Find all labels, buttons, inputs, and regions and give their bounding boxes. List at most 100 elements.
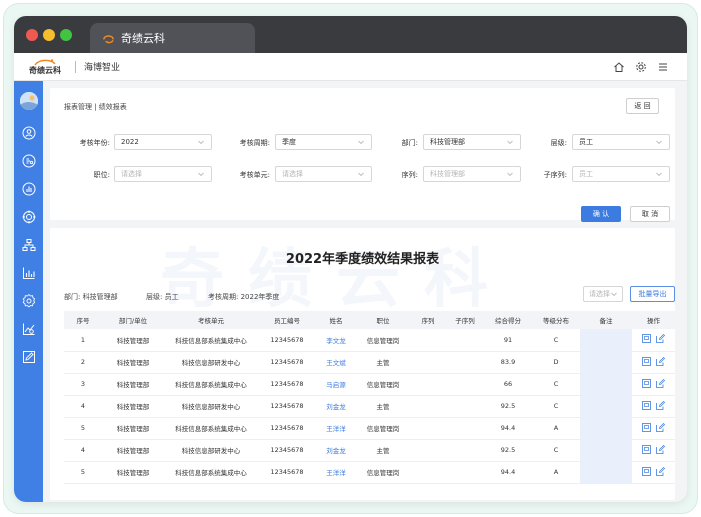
cell-subseq [446, 395, 484, 418]
cell-name[interactable]: 刘金龙 [316, 439, 356, 462]
seq-select[interactable]: 科技管理部 [423, 166, 521, 182]
view-icon[interactable] [642, 422, 651, 432]
cell-actions [632, 417, 675, 440]
view-icon[interactable] [642, 400, 651, 410]
badge-icon[interactable] [22, 294, 36, 308]
cell-name[interactable]: 王洋洋 [316, 417, 356, 440]
close-window-button[interactable] [26, 29, 38, 41]
position-placeholder: 请选择 [121, 170, 142, 178]
col-header: 子序列 [446, 311, 484, 329]
cell-score: 94.4 [484, 461, 532, 484]
cell-remark [580, 395, 632, 418]
cell-name[interactable]: 王洋洋 [316, 461, 356, 484]
settings-icon[interactable] [635, 61, 647, 73]
position-select[interactable]: 请选择 [114, 166, 212, 182]
chevron-down-icon [611, 292, 617, 297]
unit-select[interactable]: 请选择 [275, 166, 372, 182]
level-select[interactable]: 员工 [572, 134, 670, 150]
dept-label: 部门: [401, 139, 418, 147]
brand-logo[interactable]: 奇绩云科 [23, 58, 67, 75]
cell-seq [410, 395, 446, 418]
edit-icon[interactable] [656, 378, 665, 388]
edit-icon[interactable] [656, 466, 665, 476]
cell-grade: C [532, 395, 580, 418]
cell-position: 主管 [356, 351, 410, 374]
edit-icon[interactable] [656, 334, 665, 344]
cell-remark [580, 329, 632, 352]
cell-name[interactable]: 王文斌 [316, 351, 356, 374]
minimize-window-button[interactable] [43, 29, 55, 41]
dept-select[interactable]: 科技管理部 [423, 134, 521, 150]
cell-emp-id: 12345678 [258, 373, 316, 396]
col-header: 序列 [410, 311, 446, 329]
chart-circle-icon[interactable] [22, 182, 36, 196]
cancel-button[interactable]: 取 消 [630, 206, 670, 222]
view-icon[interactable] [642, 378, 651, 388]
subseq-select[interactable]: 员工 [572, 166, 670, 182]
menu-icon[interactable] [657, 61, 669, 73]
home-icon[interactable] [613, 61, 625, 73]
cell-dept: 科技管理部 [102, 461, 164, 484]
cycle-label: 考核周期: [239, 139, 270, 147]
cell-dept: 科技管理部 [102, 351, 164, 374]
cell-actions [632, 439, 675, 462]
confirm-button[interactable]: 确 认 [581, 206, 621, 222]
table-row: 5 科技管理部 科技信息部系统集成中心 12345678 王洋洋 信息管理岗 94.4 A [64, 417, 675, 440]
view-icon[interactable] [642, 334, 651, 344]
bar-chart-icon[interactable] [22, 266, 36, 280]
cell-score: 94.4 [484, 417, 532, 440]
cell-dept: 科技管理部 [102, 373, 164, 396]
cell-subseq [446, 351, 484, 374]
table-header-row: 序号 部门/单位 考核单元 员工编号 姓名 职位 序列 子序列 综合得分 等级分… [64, 311, 675, 329]
position-label: 职位: [93, 171, 110, 179]
view-icon[interactable] [642, 356, 651, 366]
cell-subseq [446, 461, 484, 484]
cell-dept: 科技管理部 [102, 439, 164, 462]
avatar[interactable] [19, 92, 38, 110]
cell-actions [632, 461, 675, 484]
cycle-select[interactable]: 季度 [275, 134, 372, 150]
export-filter-select[interactable]: 请选择 [583, 286, 623, 302]
edit-icon[interactable] [656, 400, 665, 410]
year-select[interactable]: 2022 [114, 134, 212, 150]
cell-name[interactable]: 刘金龙 [316, 395, 356, 418]
target-icon[interactable] [22, 210, 36, 224]
brand-logo-icon [103, 34, 114, 43]
report-title: 2022年季度绩效结果报表 [285, 252, 440, 267]
browser-tab[interactable]: 奇绩云科 [90, 23, 255, 53]
meta-cycle: 考核周期: 2022年季度 [208, 293, 280, 301]
edit-icon[interactable] [22, 350, 36, 364]
cell-grade: A [532, 417, 580, 440]
batch-export-button[interactable]: 批量导出 [630, 286, 675, 302]
user-star-icon[interactable] [22, 154, 36, 168]
level-label: 层级: [550, 139, 567, 147]
cell-name[interactable]: 马启源 [316, 373, 356, 396]
cell-no: 4 [64, 439, 102, 462]
cell-score: 92.5 [484, 439, 532, 462]
cell-name[interactable]: 李文龙 [316, 329, 356, 352]
edit-icon[interactable] [656, 422, 665, 432]
back-button[interactable]: 返 回 [626, 98, 659, 114]
cell-score: 91 [484, 329, 532, 352]
cell-emp-id: 12345678 [258, 351, 316, 374]
edit-icon[interactable] [656, 356, 665, 366]
col-header: 姓名 [316, 311, 356, 329]
user-circle-icon[interactable] [22, 126, 36, 140]
table-row: 1 科技管理部 科技信息部系统集成中心 12345678 李文龙 信息管理岗 91 C [64, 329, 675, 352]
maximize-window-button[interactable] [60, 29, 72, 41]
org-chart-icon[interactable] [22, 238, 36, 252]
analysis-icon[interactable] [22, 322, 36, 336]
view-icon[interactable] [642, 466, 651, 476]
cell-grade: D [532, 351, 580, 374]
chevron-down-icon [656, 172, 662, 177]
app-header: 奇绩云科 海博智业 [14, 53, 687, 81]
cell-dept: 科技管理部 [102, 395, 164, 418]
view-icon[interactable] [642, 444, 651, 454]
cell-no: 4 [64, 395, 102, 418]
cell-emp-id: 12345678 [258, 329, 316, 352]
cell-seq [410, 329, 446, 352]
cell-no: 2 [64, 351, 102, 374]
table-row: 2 科技管理部 科技信息部研发中心 12345678 王文斌 主管 83.9 D [64, 351, 675, 374]
edit-icon[interactable] [656, 444, 665, 454]
seq-value: 科技管理部 [430, 170, 465, 178]
